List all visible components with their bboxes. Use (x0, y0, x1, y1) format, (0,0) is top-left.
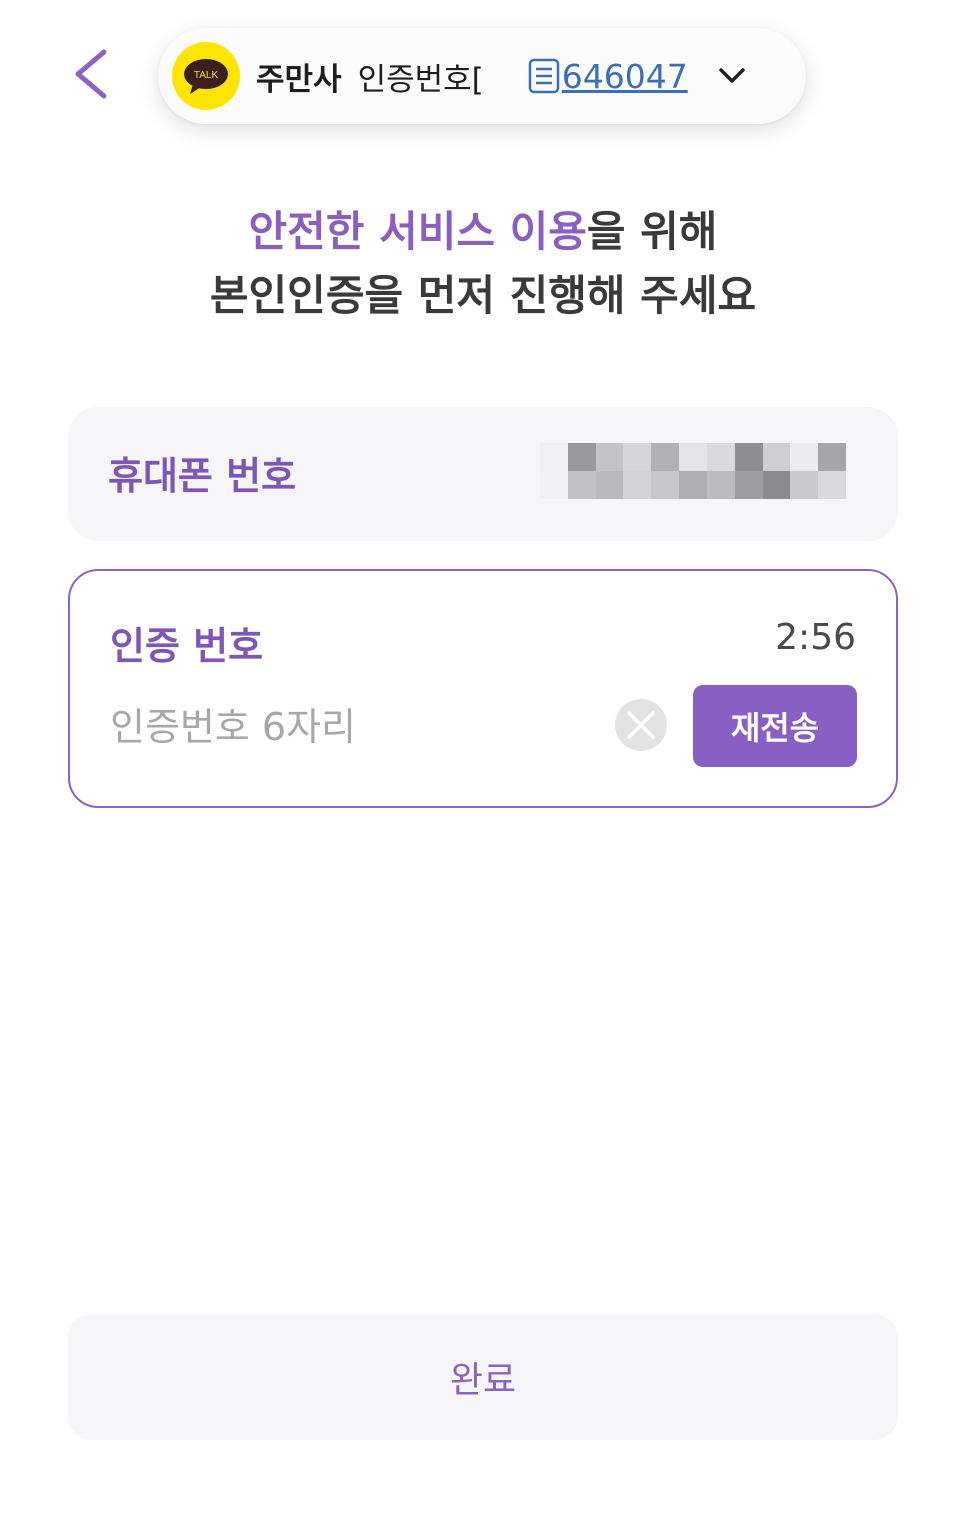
phone-number-redacted (540, 443, 846, 499)
redaction-pixel (762, 443, 791, 471)
headline-line-1-rest: 을 위해 (586, 207, 718, 256)
redaction-pixel (567, 443, 596, 471)
countdown-timer: 2:56 (775, 617, 856, 658)
notification-code-link[interactable]: 646047 (528, 57, 688, 96)
redaction-pixel (595, 443, 624, 471)
redaction-pixel (679, 471, 707, 499)
redaction-pixel (790, 443, 819, 471)
redaction-pixel (540, 443, 568, 471)
redaction-pixel (623, 471, 652, 499)
redaction-pixel (706, 443, 735, 471)
redaction-pixel (679, 443, 707, 471)
verification-code-card: 인증 번호 2:56 재전송 (68, 569, 898, 808)
chevron-down-icon (718, 68, 745, 83)
verification-code-input[interactable] (110, 697, 580, 757)
notification-sender: 주만사 (256, 61, 342, 98)
headline-line-2: 본인인증을 먼저 진행해 주세요 (209, 271, 757, 320)
kakaotalk-logo-icon: TALK (172, 42, 240, 110)
clear-input-button[interactable] (614, 698, 668, 752)
verification-code-text[interactable]: 646047 (562, 57, 688, 96)
redaction-pixel (818, 443, 846, 471)
redaction-pixel (595, 471, 624, 499)
logo-text: TALK (194, 70, 219, 81)
redaction-pixel (651, 471, 680, 499)
redaction-pixel (651, 443, 680, 471)
kakaotalk-notification-banner[interactable]: TALK 주만사 인증번호[ 646047 (158, 28, 806, 124)
back-button[interactable] (62, 42, 118, 106)
clear-circle-x-icon (615, 699, 667, 751)
redaction-pixel (540, 471, 568, 499)
redaction-pixel (762, 471, 791, 499)
resend-button[interactable]: 재전송 (693, 685, 857, 767)
phone-number-card: 휴대폰 번호 (68, 407, 898, 541)
notification-preview-text: 인증번호[ (357, 61, 484, 98)
complete-button[interactable]: 완료 (68, 1314, 898, 1440)
expand-notification-button[interactable] (718, 67, 746, 85)
redaction-pixel (818, 471, 846, 499)
copy-icon (528, 58, 559, 94)
phone-number-label: 휴대폰 번호 (108, 454, 297, 498)
headline-highlight: 안전한 서비스 이용 (248, 207, 587, 256)
verification-code-label: 인증 번호 (110, 624, 264, 668)
redaction-pixel (567, 471, 596, 499)
headline-line-1: 안전한 서비스 이용을 위해 (0, 200, 966, 264)
redaction-pixel (706, 471, 735, 499)
redaction-pixel (623, 443, 652, 471)
chevron-left-icon (75, 49, 107, 99)
redaction-pixel (734, 443, 763, 471)
page-headline: 안전한 서비스 이용을 위해 본인인증을 먼저 진행해 주세요 (0, 200, 966, 328)
redaction-pixel (734, 471, 763, 499)
redaction-pixel (790, 471, 819, 499)
